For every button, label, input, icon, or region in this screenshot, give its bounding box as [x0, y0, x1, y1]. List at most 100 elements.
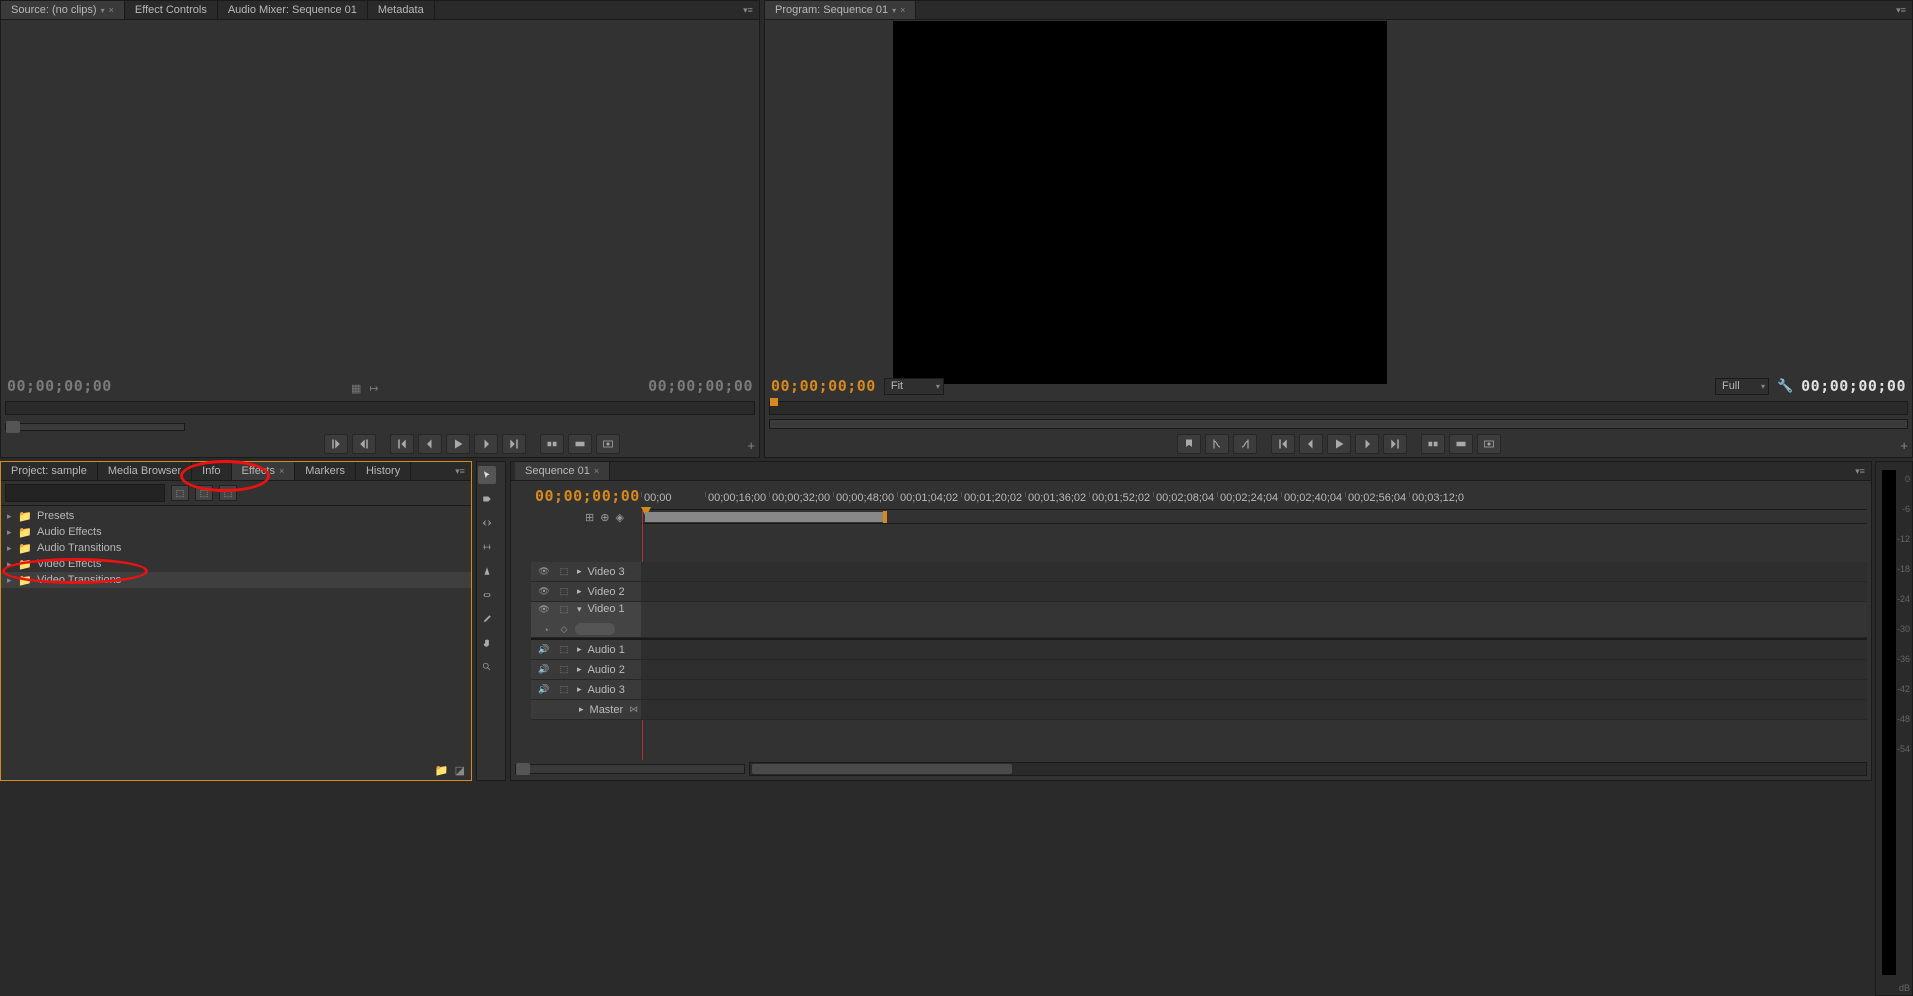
mark-out-button[interactable] — [352, 434, 376, 454]
dropdown-icon[interactable]: ▾ — [101, 6, 105, 15]
go-to-in-button[interactable] — [1271, 434, 1295, 454]
step-back-button[interactable] — [1299, 434, 1323, 454]
close-icon[interactable]: × — [279, 466, 284, 476]
keyframe-icon[interactable]: ◔ — [539, 623, 553, 637]
button-editor-icon[interactable]: + — [1900, 438, 1908, 453]
opacity-icon[interactable]: ◇ — [557, 623, 571, 637]
tab-media-browser[interactable]: Media Browser — [98, 462, 192, 480]
close-icon[interactable]: × — [900, 5, 905, 15]
mark-in-button[interactable] — [324, 434, 348, 454]
timeline-ruler[interactable]: 00;00 00;00;16;00 00;00;32;00 00;00;48;0… — [641, 492, 1867, 510]
mark-out-button[interactable] — [1233, 434, 1257, 454]
effects-search-input[interactable] — [5, 484, 165, 502]
delete-icon[interactable]: ◪ — [455, 764, 465, 777]
track-lane-video3[interactable] — [641, 562, 1867, 582]
source-timecode-left[interactable]: 00;00;00;00 — [7, 377, 112, 395]
track-header-audio2[interactable]: 🔊 ⬚ ▸ Audio 2 — [531, 660, 641, 680]
expand-icon[interactable]: ▸ — [7, 527, 17, 538]
insert-button[interactable] — [540, 434, 564, 454]
tab-audio-mixer[interactable]: Audio Mixer: Sequence 01 — [218, 1, 368, 19]
mark-in-button[interactable] — [1205, 434, 1229, 454]
tree-audio-transitions[interactable]: ▸📁Audio Transitions — [1, 540, 471, 556]
step-forward-button[interactable] — [1355, 434, 1379, 454]
speaker-icon[interactable]: 🔊 — [537, 643, 551, 657]
speaker-icon[interactable]: 🔊 — [537, 663, 551, 677]
rate-stretch-tool[interactable] — [478, 538, 496, 556]
expand-icon[interactable]: ▸ — [7, 511, 17, 522]
timeline-zoom-slider[interactable] — [515, 764, 745, 774]
export-frame-button[interactable] — [1477, 434, 1501, 454]
pen-tool[interactable] — [478, 610, 496, 628]
sync-lock-icon[interactable]: ⊕ — [600, 511, 609, 524]
track-lane-master[interactable] — [641, 700, 1867, 720]
close-icon[interactable]: × — [109, 5, 114, 15]
lock-icon[interactable]: ⬚ — [557, 602, 571, 616]
lock-icon[interactable]: ⬚ — [557, 683, 571, 697]
program-timecode-right[interactable]: 00;00;00;00 — [1801, 377, 1906, 395]
collapse-icon[interactable]: ▸ — [577, 684, 582, 695]
program-timecode-left[interactable]: 00;00;00;00 — [771, 377, 876, 395]
output-icon[interactable]: ↦ — [369, 382, 378, 395]
tab-effect-controls[interactable]: Effect Controls — [125, 1, 218, 19]
track-header-video1[interactable]: 👁 ⬚ ▾ Video 1 ◔ ◇ — [531, 602, 641, 638]
work-area-bar[interactable] — [645, 512, 885, 522]
expand-icon[interactable]: ▸ — [7, 575, 17, 586]
play-button[interactable] — [1327, 434, 1351, 454]
panel-menu-icon[interactable]: ▾≡ — [453, 464, 467, 478]
collapse-icon[interactable]: ▸ — [577, 566, 582, 577]
track-lane-audio1[interactable] — [641, 640, 1867, 660]
close-icon[interactable]: × — [594, 466, 599, 476]
timeline-timecode[interactable]: 00;00;00;00 — [535, 487, 641, 505]
playhead-indicator[interactable] — [770, 398, 778, 406]
tree-audio-effects[interactable]: ▸📁Audio Effects — [1, 524, 471, 540]
track-header-video2[interactable]: 👁 ⬚ ▸ Video 2 — [531, 582, 641, 602]
lock-icon[interactable]: ⬚ — [557, 663, 571, 677]
track-select-tool[interactable] — [478, 490, 496, 508]
collapse-icon[interactable]: ▸ — [579, 704, 584, 715]
collapse-icon[interactable]: ▾ — [577, 604, 582, 615]
eye-icon[interactable]: 👁 — [537, 585, 551, 599]
eye-icon[interactable]: 👁 — [537, 602, 551, 616]
track-lane-audio2[interactable] — [641, 660, 1867, 680]
collapse-icon[interactable]: ▸ — [577, 586, 582, 597]
track-header-video3[interactable]: 👁 ⬚ ▸ Video 3 — [531, 562, 641, 582]
marker-icon[interactable]: ◈ — [615, 511, 623, 524]
collapse-icon[interactable]: ▸ — [577, 664, 582, 675]
tree-video-effects[interactable]: ▸📁Video Effects — [1, 556, 471, 572]
play-button[interactable] — [446, 434, 470, 454]
program-scrubber[interactable] — [769, 401, 1908, 415]
step-forward-button[interactable] — [474, 434, 498, 454]
track-header-audio1[interactable]: 🔊 ⬚ ▸ Audio 1 — [531, 640, 641, 660]
export-frame-button[interactable] — [596, 434, 620, 454]
go-to-out-button[interactable] — [502, 434, 526, 454]
go-to-out-button[interactable] — [1383, 434, 1407, 454]
tab-history[interactable]: History — [356, 462, 411, 480]
step-back-button[interactable] — [418, 434, 442, 454]
source-timecode-right[interactable]: 00;00;00;00 — [648, 377, 753, 395]
tab-info[interactable]: Info — [192, 462, 231, 480]
overwrite-button[interactable] — [568, 434, 592, 454]
zoom-tool[interactable] — [478, 658, 496, 676]
lock-icon[interactable]: ⬚ — [557, 585, 571, 599]
zoom-dropdown[interactable]: Fit — [884, 378, 944, 395]
work-area-end-handle[interactable] — [883, 511, 887, 523]
expand-icon[interactable]: ▸ — [7, 559, 17, 570]
new-bin-icon[interactable]: 📁 — [435, 764, 449, 777]
source-scrubber[interactable] — [5, 401, 755, 415]
hand-tool[interactable] — [478, 634, 496, 652]
selection-tool[interactable] — [478, 466, 496, 484]
track-lane-video1[interactable] — [641, 602, 1867, 638]
speaker-icon[interactable]: 🔊 — [537, 683, 551, 697]
tab-program[interactable]: Program: Sequence 01▾× — [765, 1, 916, 19]
slip-tool[interactable] — [478, 586, 496, 604]
ripple-edit-tool[interactable] — [478, 514, 496, 532]
quality-dropdown[interactable]: Full — [1715, 378, 1769, 395]
snap-icon[interactable]: ⊞ — [585, 511, 594, 524]
scroll-thumb[interactable] — [752, 764, 1012, 774]
track-lane-video2[interactable] — [641, 582, 1867, 602]
go-to-in-button[interactable] — [390, 434, 414, 454]
filter-accelerated-icon[interactable]: ⬚ — [171, 485, 189, 501]
lock-icon[interactable]: ⬚ — [557, 565, 571, 579]
extract-button[interactable] — [1449, 434, 1473, 454]
tab-project[interactable]: Project: sample — [1, 462, 98, 480]
